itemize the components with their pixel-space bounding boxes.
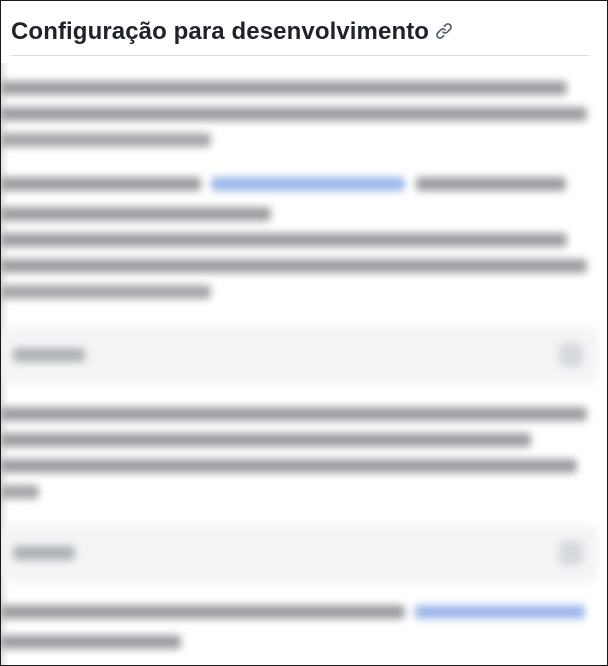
code-block bbox=[1, 525, 597, 581]
copy-icon[interactable] bbox=[559, 343, 583, 367]
blurred-paragraph bbox=[1, 177, 587, 311]
section-header: Configuração para desenvolvimento bbox=[11, 15, 589, 56]
blurred-paragraph bbox=[1, 605, 586, 661]
blurred-paragraph bbox=[1, 81, 587, 159]
blurred-content bbox=[1, 63, 605, 665]
copy-icon[interactable] bbox=[559, 541, 583, 565]
section-heading-text: Configuração para desenvolvimento bbox=[11, 18, 430, 45]
blurred-paragraph bbox=[1, 407, 587, 511]
section-heading: Configuração para desenvolvimento bbox=[11, 15, 589, 49]
documentation-frame: Configuração para desenvolvimento bbox=[0, 0, 608, 666]
code-block bbox=[1, 327, 597, 383]
link-icon[interactable] bbox=[435, 22, 453, 40]
